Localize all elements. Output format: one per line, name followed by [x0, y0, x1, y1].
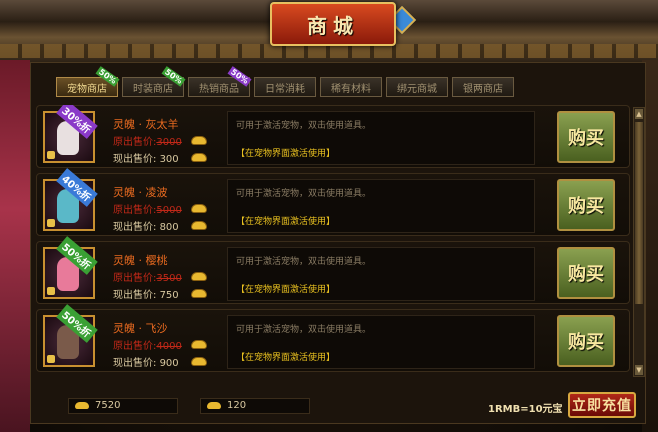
tab-label: 日常消耗 [265, 83, 305, 95]
list-item: 40%折 灵魄 · 凌波 原出售价:5000 现出售价: 800 可用于激活宠物… [36, 168, 630, 236]
tab-label: 宠物商店 [67, 83, 107, 95]
gold-icon [191, 136, 207, 145]
current-price-value: 300 [159, 154, 179, 165]
lock-icon [47, 219, 55, 227]
recharge-button[interactable]: 立即充值 [568, 392, 636, 418]
original-price: 原出售价:3000 [113, 133, 182, 148]
exchange-rate: 1RMB=10元宝 [488, 404, 563, 415]
scroll-thumb[interactable] [635, 122, 643, 304]
gold-icon [191, 340, 207, 349]
bound-gold-balance: 120 [200, 398, 310, 414]
item-list: 30%折 灵魄 · 灰太羊 原出售价:3000 现出售价: 300 可用于激活宠… [36, 105, 630, 377]
current-price-value: 750 [159, 290, 179, 301]
original-price-value: 3000 [156, 137, 182, 148]
item-name: 灵魄 · 灰太羊 [113, 118, 179, 131]
tab-pet-shop[interactable]: 宠物商店 50% [56, 66, 120, 97]
buy-button[interactable]: 购买 [557, 179, 615, 231]
lock-icon [47, 287, 55, 295]
tab-label: 稀有材料 [331, 83, 371, 95]
item-description: 可用于激活宠物，双击使用道具。 【在宠物界面激活使用】 [227, 247, 535, 301]
scrollbar[interactable]: ▲ ▼ [633, 107, 645, 377]
original-price-value: 5000 [156, 205, 182, 216]
original-price: 原出售价:4000 [113, 337, 182, 352]
scroll-up-icon[interactable]: ▲ [635, 109, 643, 119]
original-price-label: 原出售价: [113, 273, 157, 284]
shop-tabs: 宠物商店 50% 时装商店 50% 热销商品 50% 日常消耗 稀有材料 绑元商城 银… [56, 66, 514, 97]
top-ornament [0, 44, 658, 58]
item-name: 灵魄 · 飞沙 [113, 322, 168, 335]
tab-rare-materials[interactable]: 稀有材料 [320, 77, 382, 97]
list-item: 50%折 灵魄 · 樱桃 原出售价:3500 现出售价: 750 可用于激活宠物… [36, 236, 630, 304]
original-price-label: 原出售价: [113, 341, 157, 352]
gold-icon [191, 204, 207, 213]
description-hint: 【在宠物界面激活使用】 [236, 217, 336, 227]
left-character-art [0, 60, 30, 432]
gold-amount: 7520 [95, 400, 121, 411]
description-text: 可用于激活宠物，双击使用道具。 [236, 257, 372, 267]
window-title: 商城 [307, 13, 359, 38]
tab-label: 热销商品 [199, 83, 239, 95]
current-price: 现出售价: 900 [113, 354, 179, 369]
tab-daily-consumables[interactable]: 日常消耗 [254, 77, 316, 97]
item-description: 可用于激活宠物，双击使用道具。 【在宠物界面激活使用】 [227, 315, 535, 369]
tab-silver-shop[interactable]: 银两商店 [452, 77, 514, 97]
description-hint: 【在宠物界面激活使用】 [236, 149, 336, 159]
item-name: 灵魄 · 樱桃 [113, 254, 168, 267]
scroll-down-icon[interactable]: ▼ [635, 365, 643, 375]
lock-icon [47, 151, 55, 159]
buy-button[interactable]: 购买 [557, 315, 615, 367]
current-price: 现出售价: 800 [113, 218, 179, 233]
description-text: 可用于激活宠物，双击使用道具。 [236, 121, 372, 131]
gold-balance: 7520 [68, 398, 178, 414]
tab-label: 银两商店 [463, 83, 503, 95]
original-price-value: 4000 [156, 341, 182, 352]
item-description: 可用于激活宠物，双击使用道具。 【在宠物界面激活使用】 [227, 111, 535, 165]
item-icon[interactable]: 30%折 [43, 105, 98, 163]
description-hint: 【在宠物界面激活使用】 [236, 285, 336, 295]
item-icon[interactable]: 50%折 [43, 304, 98, 367]
gold-icon [191, 221, 207, 230]
current-price-value: 900 [159, 358, 179, 369]
list-item: 30%折 灵魄 · 灰太羊 原出售价:3000 现出售价: 300 可用于激活宠… [36, 105, 630, 168]
item-icon[interactable]: 40%折 [43, 168, 98, 231]
current-price-label: 现出售价: [113, 154, 157, 165]
gold-icon [191, 153, 207, 162]
original-price-label: 原出售价: [113, 137, 157, 148]
gold-icon [191, 289, 207, 298]
gold-icon [191, 272, 207, 281]
list-item: 50%折 灵魄 · 飞沙 原出售价:4000 现出售价: 900 可用于激活宠物… [36, 304, 630, 372]
current-price-label: 现出售价: [113, 358, 157, 369]
current-price: 现出售价: 750 [113, 286, 179, 301]
title-plate: 商城 [270, 2, 396, 46]
original-price: 原出售价:5000 [113, 201, 182, 216]
bound-gold-icon [207, 402, 221, 409]
tab-label: 时装商店 [133, 83, 173, 95]
footer: 7520 120 1RMB=10元宝 立即充值 [36, 390, 640, 422]
current-price-label: 现出售价: [113, 290, 157, 301]
current-price-label: 现出售价: [113, 222, 157, 233]
original-price-value: 3500 [156, 273, 182, 284]
lock-icon [47, 355, 55, 363]
buy-button[interactable]: 购买 [557, 247, 615, 299]
description-text: 可用于激活宠物，双击使用道具。 [236, 325, 372, 335]
tab-label: 绑元商城 [397, 83, 437, 95]
tab-bound-gold-shop[interactable]: 绑元商城 [386, 77, 448, 97]
item-description: 可用于激活宠物，双击使用道具。 【在宠物界面激活使用】 [227, 179, 535, 233]
gold-icon [191, 357, 207, 366]
tab-fashion-shop[interactable]: 时装商店 50% [122, 66, 186, 97]
current-price-value: 800 [159, 222, 179, 233]
gold-icon [75, 402, 89, 409]
item-icon[interactable]: 50%折 [43, 236, 98, 299]
description-text: 可用于激活宠物，双击使用道具。 [236, 189, 372, 199]
description-hint: 【在宠物界面激活使用】 [236, 353, 336, 363]
original-price-label: 原出售价: [113, 205, 157, 216]
original-price: 原出售价:3500 [113, 269, 182, 284]
bound-gold-amount: 120 [227, 400, 247, 411]
tab-hot-items[interactable]: 热销商品 50% [188, 66, 252, 97]
item-name: 灵魄 · 凌波 [113, 186, 168, 199]
buy-button[interactable]: 购买 [557, 111, 615, 163]
current-price: 现出售价: 300 [113, 150, 179, 165]
